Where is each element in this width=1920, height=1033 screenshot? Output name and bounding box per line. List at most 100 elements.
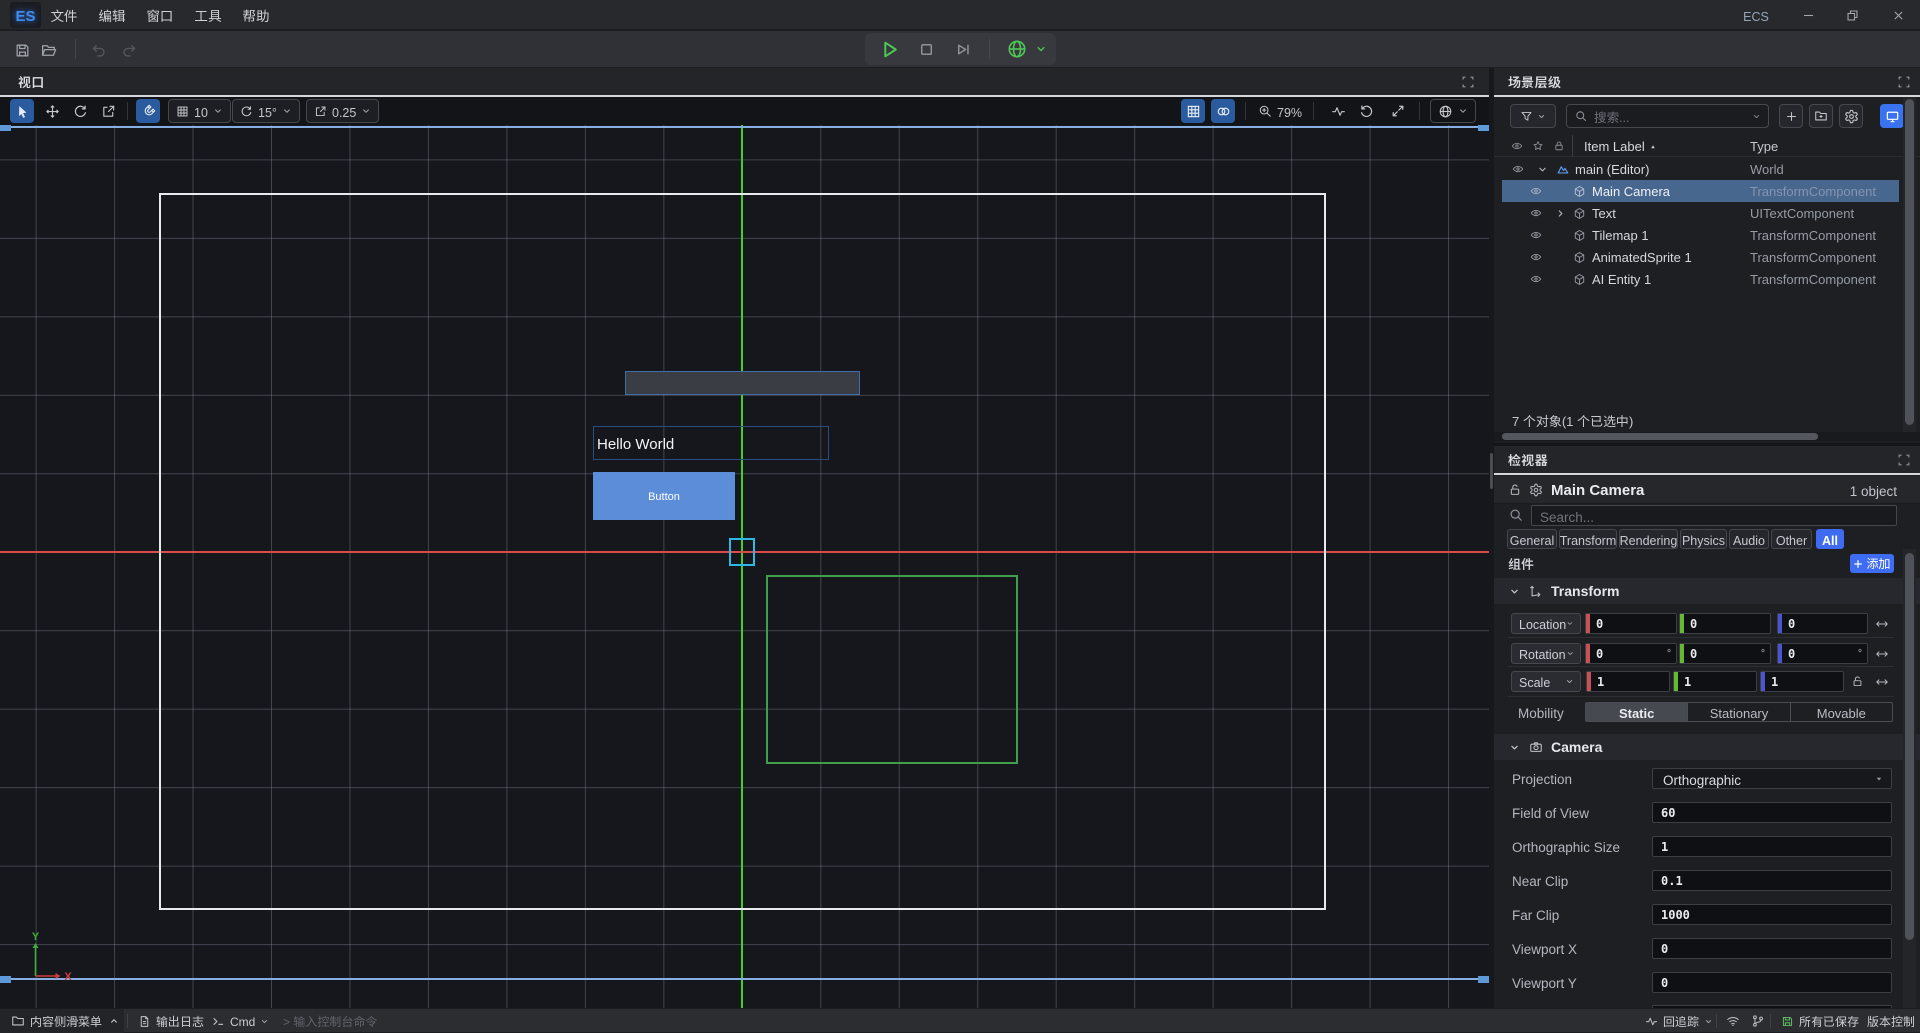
close-button[interactable] — [1881, 0, 1915, 30]
scene-canvas[interactable]: Hello World Button Y X — [0, 125, 1489, 1008]
add-entity-button[interactable] — [1779, 104, 1803, 128]
viewport-x-input[interactable]: 0 — [1652, 938, 1892, 959]
tab-physics[interactable]: Physics — [1680, 529, 1727, 549]
select-tool-button[interactable] — [10, 99, 34, 123]
text-object[interactable]: Hello World — [593, 426, 829, 460]
gizmo-visibility-button[interactable] — [1211, 99, 1235, 123]
grid-toggle-button[interactable] — [1181, 99, 1205, 123]
console-input[interactable]: > 输入控制台命令 — [283, 1009, 377, 1033]
tab-audio[interactable]: Audio — [1729, 529, 1769, 549]
tilemap-object[interactable] — [625, 371, 860, 395]
add-folder-button[interactable] — [1809, 104, 1833, 128]
angle-snap-dropdown[interactable]: 15° — [232, 99, 300, 123]
runtime-view-button[interactable] — [1880, 104, 1904, 128]
gear-icon[interactable] — [1529, 483, 1543, 497]
orthographic-size-input[interactable]: 1 — [1652, 836, 1892, 857]
menu-edit[interactable]: 编辑 — [88, 0, 136, 30]
hierarchy-row-main-camera[interactable]: Main Camera TransformComponent — [1494, 180, 1920, 202]
hierarchy-hscrollbar[interactable] — [1494, 432, 1920, 441]
scale-y-input[interactable]: 1 — [1673, 671, 1757, 692]
location-label-dropdown[interactable]: Location — [1511, 613, 1581, 634]
add-component-button[interactable]: 添加 — [1850, 554, 1894, 573]
hierarchy-row-ai-entity[interactable]: AI Entity 1 TransformComponent — [1494, 268, 1920, 290]
stop-button[interactable] — [918, 41, 935, 58]
scale-label-dropdown[interactable]: Scale — [1511, 671, 1581, 692]
rotation-z-input[interactable]: 0° — [1777, 643, 1868, 664]
menu-window[interactable]: 窗口 — [136, 0, 184, 30]
lock-column-icon[interactable] — [1553, 140, 1565, 152]
hierarchy-expand-button[interactable] — [1897, 75, 1911, 89]
location-z-input[interactable]: 0 — [1777, 613, 1868, 634]
entity-bounds[interactable] — [766, 575, 1018, 764]
link-axes-icon[interactable] — [1875, 617, 1889, 631]
eye-icon[interactable] — [1512, 163, 1524, 175]
selection-handle[interactable] — [1478, 125, 1489, 131]
git-status[interactable] — [1751, 1009, 1765, 1033]
selection-handle[interactable] — [1478, 976, 1489, 983]
open-button[interactable] — [40, 42, 58, 59]
eye-icon[interactable] — [1530, 207, 1542, 219]
vscrollbar-thumb[interactable] — [1905, 553, 1914, 940]
tab-transform[interactable]: Transform — [1559, 529, 1617, 549]
hierarchy-vscrollbar[interactable] — [1903, 97, 1916, 432]
eye-icon[interactable] — [1530, 251, 1542, 263]
step-button[interactable] — [955, 41, 972, 58]
move-tool-button[interactable] — [40, 99, 64, 123]
scale-tool-button[interactable] — [96, 99, 120, 123]
vscrollbar-thumb[interactable] — [1905, 99, 1914, 425]
hierarchy-search-input[interactable]: 搜索... — [1566, 104, 1769, 128]
location-y-input[interactable]: 0 — [1679, 613, 1771, 634]
menu-help[interactable]: 帮助 — [232, 0, 280, 30]
location-x-input[interactable]: 0 — [1585, 613, 1677, 634]
mobility-static[interactable]: Static — [1586, 703, 1688, 721]
viewport-expand-button[interactable] — [1461, 75, 1475, 89]
play-button[interactable] — [879, 39, 900, 60]
content-drawer-button[interactable]: 内容侧滑菜单 — [0, 1009, 124, 1033]
run-target-caret[interactable] — [1035, 43, 1047, 55]
minimize-button[interactable] — [1791, 0, 1825, 30]
hierarchy-row-animatedsprite[interactable]: AnimatedSprite 1 TransformComponent — [1494, 246, 1920, 268]
cmd-dropdown[interactable]: Cmd — [212, 1009, 269, 1033]
snap-toggle-button[interactable] — [136, 99, 160, 123]
hscrollbar-thumb[interactable] — [1502, 433, 1818, 440]
chevron-right-icon[interactable] — [1555, 208, 1566, 219]
network-status[interactable] — [1726, 1009, 1740, 1033]
zoom-indicator[interactable]: 79% — [1258, 99, 1302, 123]
tab-all[interactable]: All — [1816, 529, 1844, 549]
transform-section-header[interactable]: Transform — [1494, 578, 1920, 604]
stats-button[interactable] — [1326, 99, 1350, 123]
viewport-y-input[interactable]: 0 — [1652, 972, 1892, 993]
rotate-tool-button[interactable] — [68, 99, 92, 123]
button-object[interactable]: Button — [593, 472, 735, 520]
chevron-down-icon[interactable] — [1537, 164, 1548, 175]
near-clip-input[interactable]: 0.1 — [1652, 870, 1892, 891]
reset-view-button[interactable] — [1354, 99, 1378, 123]
inspector-expand-button[interactable] — [1897, 453, 1911, 467]
maximize-button[interactable] — [1835, 0, 1869, 30]
mobility-movable[interactable]: Movable — [1791, 703, 1892, 721]
rotation-y-input[interactable]: 0° — [1679, 643, 1771, 664]
tab-rendering[interactable]: Rendering — [1619, 529, 1678, 549]
scale-x-input[interactable]: 1 — [1586, 671, 1670, 692]
save-button[interactable] — [14, 42, 31, 59]
app-logo[interactable]: ES — [10, 2, 41, 28]
menu-tools[interactable]: 工具 — [184, 0, 232, 30]
projection-dropdown[interactable]: Orthographic — [1652, 768, 1892, 789]
eye-column-icon[interactable] — [1511, 140, 1523, 152]
link-axes-icon[interactable] — [1875, 675, 1889, 689]
filter-button[interactable] — [1510, 104, 1556, 128]
inspector-search-input[interactable]: Search... — [1531, 505, 1897, 526]
save-status[interactable]: 所有已保存 — [1781, 1009, 1859, 1033]
world-dropdown[interactable] — [1430, 99, 1476, 123]
run-target-button[interactable] — [1006, 38, 1028, 60]
scale-snap-dropdown[interactable]: 0.25 — [306, 99, 379, 123]
tab-general[interactable]: General — [1507, 529, 1557, 549]
version-control-button[interactable]: 版本控制 — [1867, 1009, 1915, 1033]
mobility-stationary[interactable]: Stationary — [1688, 703, 1790, 721]
eye-icon[interactable] — [1530, 185, 1542, 197]
lock-open-icon[interactable] — [1851, 675, 1864, 688]
hierarchy-settings-button[interactable] — [1839, 104, 1863, 128]
workspace-label[interactable]: ECS — [1731, 0, 1781, 30]
selection-handle[interactable] — [0, 125, 11, 131]
lock-open-icon[interactable] — [1508, 483, 1522, 497]
